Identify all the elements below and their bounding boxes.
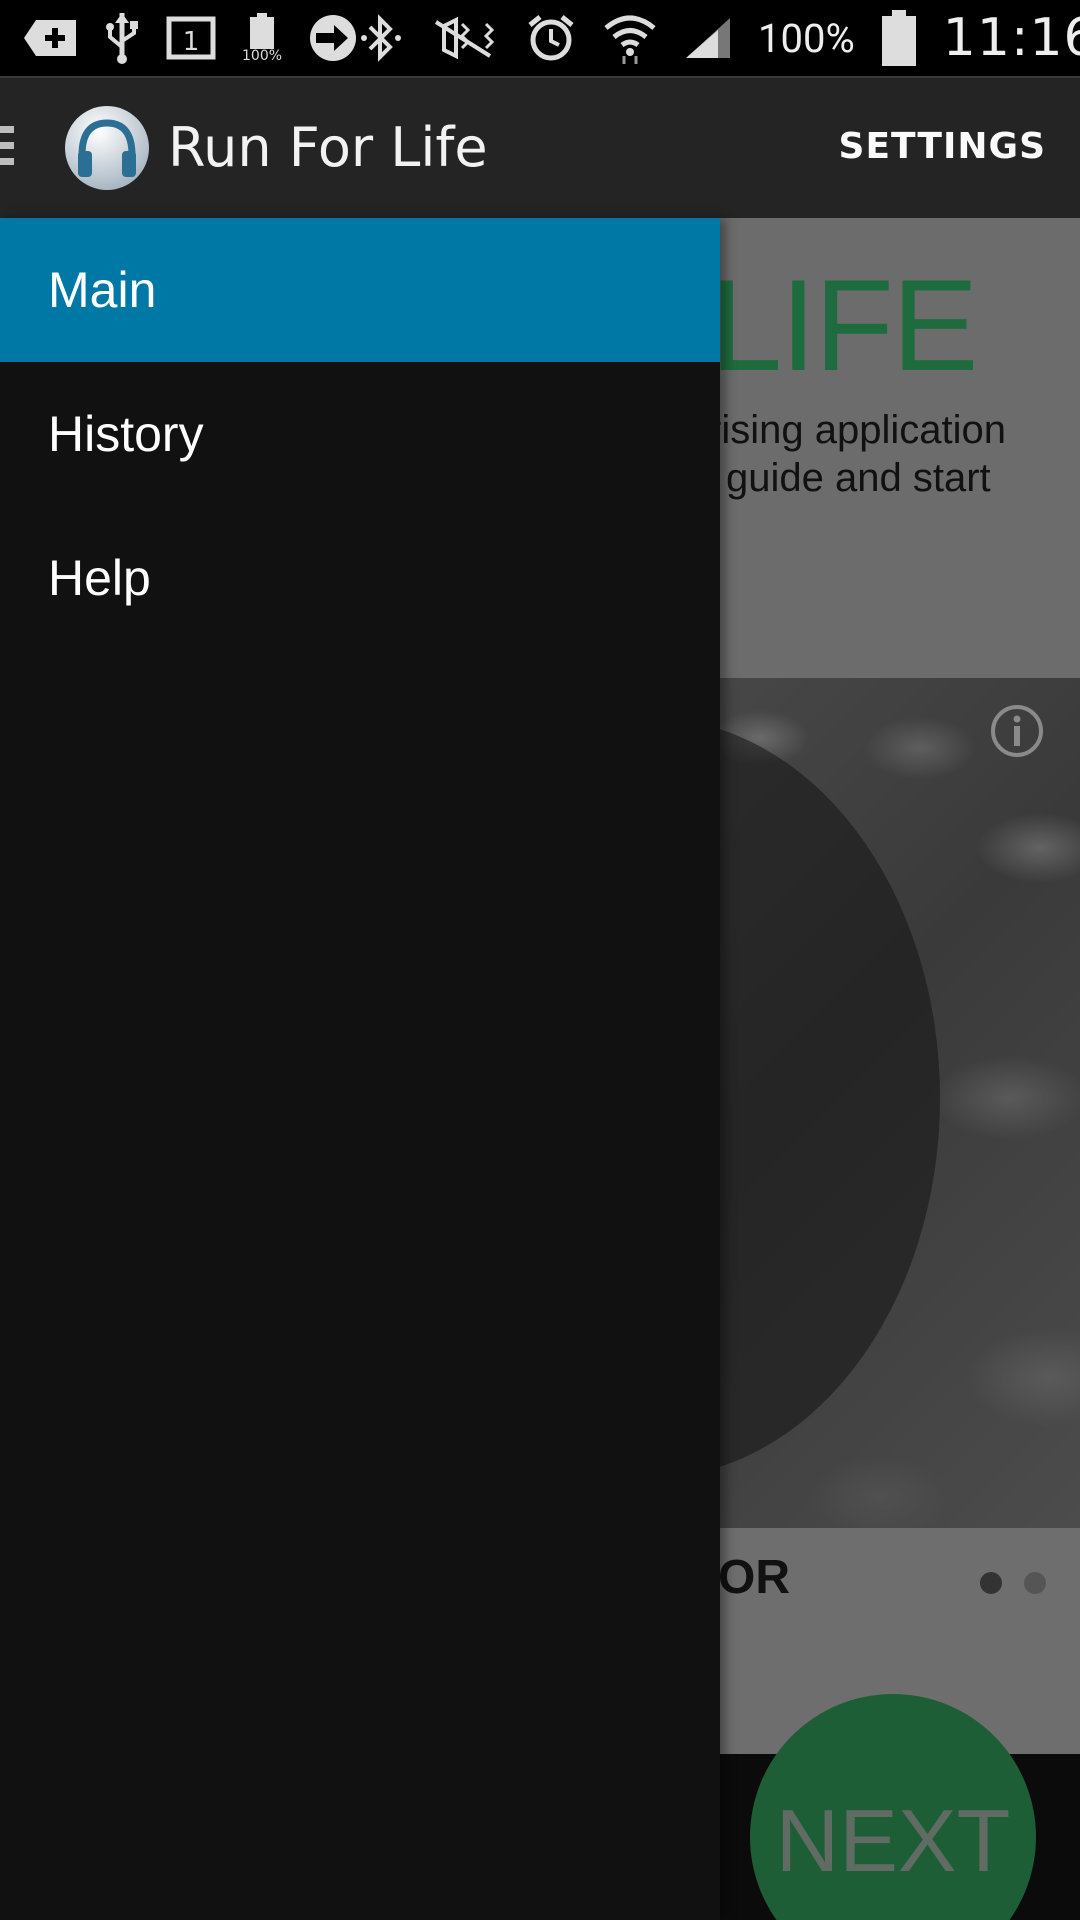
battery-small-label: 100%	[242, 48, 283, 64]
svg-text:1: 1	[183, 27, 200, 57]
status-bar-left: 1 100%	[22, 0, 358, 76]
card-text: OR	[720, 1551, 790, 1604]
page-indicator-dot-active	[980, 1572, 1002, 1594]
battery-full-small-icon: 100%	[242, 13, 282, 63]
navigation-drawer: Main History Help	[0, 218, 720, 1920]
settings-button[interactable]: SETTINGS	[839, 126, 1046, 167]
battery-percent: 100%	[758, 14, 855, 62]
drawer-item-history[interactable]: History	[0, 362, 720, 506]
clock: 11:16	[942, 8, 1080, 68]
drawer-item-label: Help	[48, 550, 151, 606]
hero-title: LIFE	[720, 252, 979, 398]
drawer-item-label: Main	[48, 262, 157, 318]
alarm-icon	[526, 13, 576, 63]
direction-arrow-icon	[308, 13, 358, 63]
sim1-icon: 1	[166, 16, 216, 60]
mute-icon	[430, 16, 500, 60]
wifi-icon	[602, 12, 658, 64]
app-title: Run For Life	[168, 116, 488, 179]
signal-icon	[684, 16, 732, 60]
main-content: LIFE rising application guide and start …	[720, 218, 1080, 1920]
info-icon[interactable]	[990, 704, 1044, 758]
coins-image	[720, 678, 1080, 1528]
drawer-toggle-icon[interactable]	[0, 126, 14, 174]
page-indicator-dot	[1024, 1572, 1046, 1594]
bluetooth-icon	[358, 13, 404, 63]
next-label: NEXT	[775, 1791, 1011, 1890]
status-bar-right: 100% 11:16	[358, 0, 1080, 76]
drawer-item-help[interactable]: Help	[0, 506, 720, 650]
hero-desc-line2: guide and start	[726, 456, 991, 500]
add-notification-icon	[22, 18, 78, 58]
hero-desc-line1: rising application	[720, 408, 1006, 452]
status-bar: 1 100% 100% 11:16	[0, 0, 1080, 76]
headphones-icon[interactable]	[64, 105, 150, 191]
action-bar: Run For Life SETTINGS	[0, 76, 1080, 218]
image-overlay-circle	[720, 718, 940, 1478]
battery-icon	[881, 10, 917, 66]
usb-icon	[104, 11, 140, 65]
drawer-item-label: History	[48, 406, 204, 462]
drawer-item-main[interactable]: Main	[0, 218, 720, 362]
